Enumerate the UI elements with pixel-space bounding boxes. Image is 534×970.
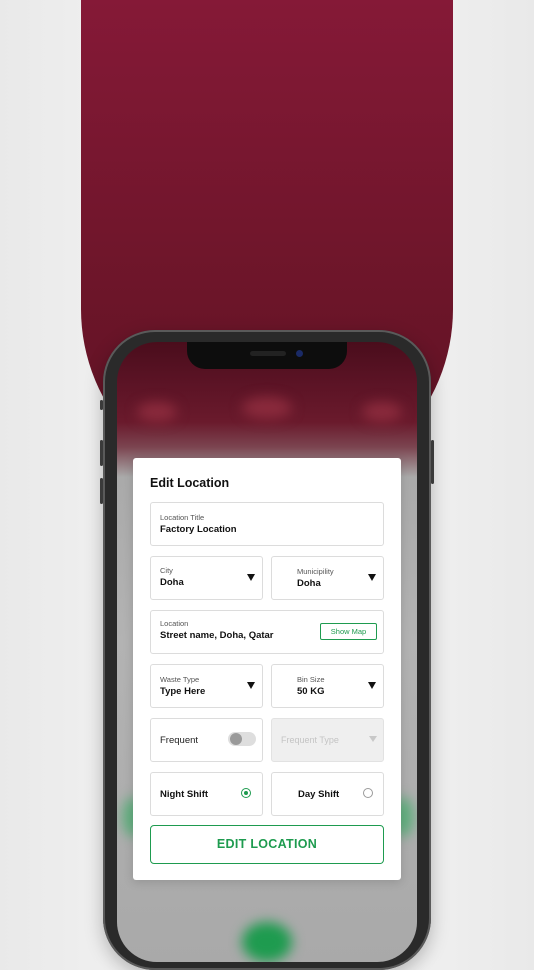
show-map-button[interactable]: Show Map [320,623,377,640]
page-title: Edit Location [150,476,230,490]
phone-volume-up-button [100,440,103,466]
frequent-type-placeholder: Frequent Type [281,735,339,745]
city-label: City [160,566,173,575]
chevron-down-icon[interactable] [247,574,255,581]
phone-speaker [250,351,286,356]
location-input[interactable]: Street name, Doha, Qatar [160,630,274,641]
phone-side-button [100,400,103,410]
municipality-label: Municipility [297,567,334,576]
bin-size-label: Bin Size [297,675,325,684]
day-shift-label: Day Shift [298,789,340,800]
bin-size-value: 50 KG [297,686,325,697]
day-shift-radio[interactable] [363,788,373,798]
location-title-label: Location Title [160,513,205,522]
location-title-input[interactable]: Factory Location [160,524,237,535]
municipality-value: Doha [297,578,321,589]
waste-type-value: Type Here [160,686,206,697]
chevron-down-icon[interactable] [247,682,255,689]
phone-camera [296,350,303,357]
location-label: Location [160,619,189,628]
phone-volume-down-button [100,478,103,504]
frequent-toggle-knob[interactable] [230,733,242,745]
chevron-down-icon[interactable] [368,574,376,581]
waste-type-label: Waste Type [160,675,200,684]
phone-power-button [431,440,434,484]
night-shift-label: Night Shift [160,789,209,800]
frequent-label: Frequent [160,735,199,746]
night-shift-radio[interactable] [241,788,251,798]
chevron-down-icon[interactable] [368,682,376,689]
chevron-down-icon [369,736,377,742]
city-value: Doha [160,577,184,588]
edit-location-button[interactable]: EDIT LOCATION [150,825,384,864]
